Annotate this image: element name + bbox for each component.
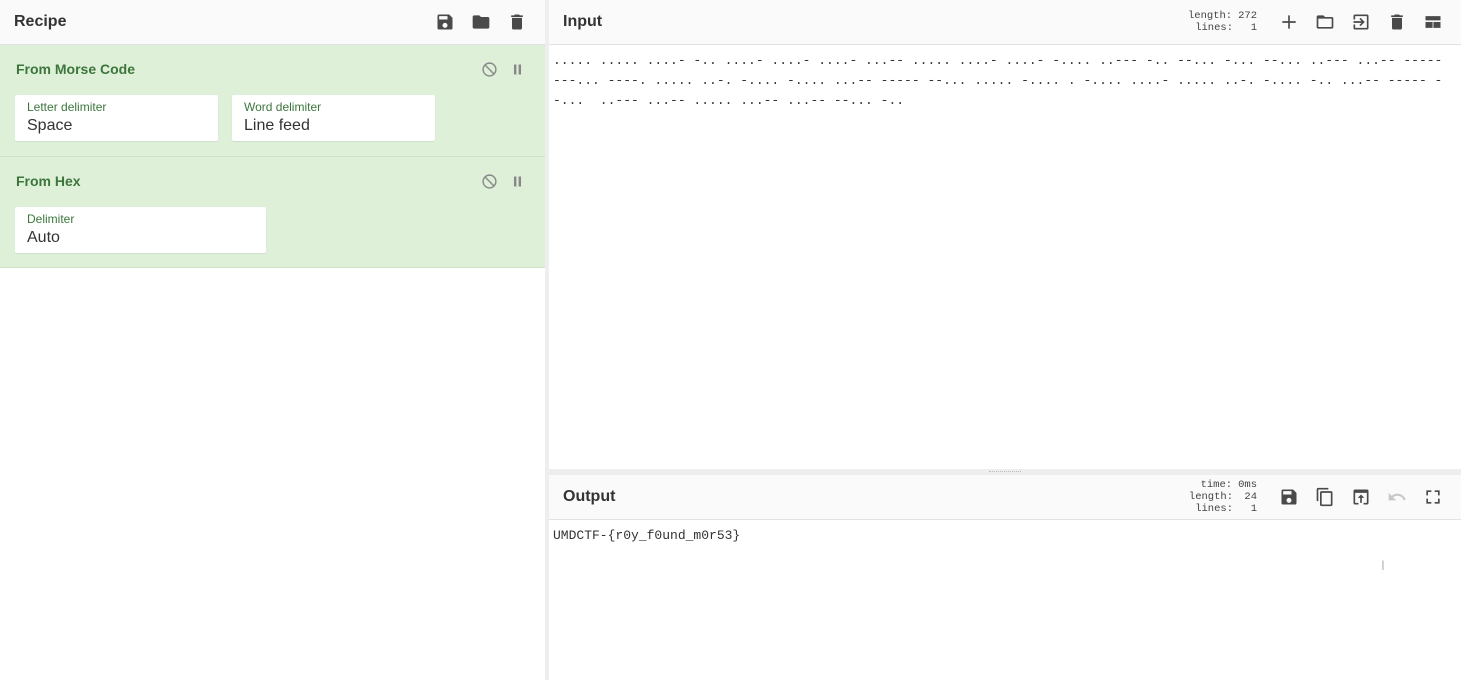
delimiter-label: Delimiter <box>27 212 75 226</box>
text-cursor-icon: I <box>1381 557 1385 573</box>
input-lines-value: 1 <box>1250 22 1257 34</box>
recipe-header: Recipe <box>0 0 545 45</box>
letter-delimiter-label: Letter delimiter <box>27 100 107 114</box>
recipe-pane: Recipe From Morse Code Letter delimiter … <box>0 0 546 680</box>
word-delimiter-label: Word delimiter <box>244 100 322 114</box>
pause-icon[interactable] <box>505 169 529 193</box>
operation-title: From Morse Code <box>16 61 136 77</box>
save-icon[interactable] <box>1275 483 1303 511</box>
input-length-label: length: <box>1187 10 1233 22</box>
copy-icon[interactable] <box>1311 483 1339 511</box>
output-length-label: length: <box>1188 491 1233 503</box>
delimiter-field[interactable]: Delimiter Auto <box>15 207 266 253</box>
trash-icon[interactable] <box>1383 8 1411 36</box>
output-pane: Output time:0ms length:24 lines:1 UMD <box>549 475 1461 680</box>
output-length-value: 24 <box>1244 491 1257 503</box>
plus-icon[interactable] <box>1275 8 1303 36</box>
fullscreen-icon[interactable] <box>1419 483 1447 511</box>
word-delimiter-field[interactable]: Word delimiter Line feed <box>232 95 435 141</box>
input-pane: Input length: 272 lines: 1 ..... ..... ...… <box>549 0 1461 469</box>
output-time-label: time: <box>1200 479 1233 491</box>
output-title: Output <box>563 488 616 505</box>
input-header: Input length: 272 lines: 1 <box>549 0 1461 45</box>
word-delimiter-value: Line feed <box>244 117 310 134</box>
input-lines-label: lines: <box>1195 22 1233 34</box>
folder-icon[interactable] <box>1311 8 1339 36</box>
undo-icon[interactable] <box>1383 483 1411 511</box>
output-stats: time: 0ms length: 24 lines: 1 <box>1189 479 1257 515</box>
disable-icon[interactable] <box>477 169 501 193</box>
output-textarea[interactable]: UMDCTF-{r0y_f0und_m0r53} <box>549 520 1461 552</box>
upload-box-icon[interactable] <box>1347 483 1375 511</box>
delimiter-value: Auto <box>27 229 60 246</box>
operation-from-morse-code: From Morse Code Letter delimiter Space W… <box>0 45 545 157</box>
disable-icon[interactable] <box>477 57 501 81</box>
save-icon[interactable] <box>431 8 459 36</box>
output-time-value: 0ms <box>1238 479 1257 491</box>
input-stats: length: 272 lines: 1 <box>1188 10 1257 34</box>
pause-icon[interactable] <box>505 57 529 81</box>
letter-delimiter-value: Space <box>27 117 73 134</box>
input-length-value: 272 <box>1238 10 1257 22</box>
trash-icon[interactable] <box>503 8 531 36</box>
output-lines-label: lines: <box>1195 503 1233 515</box>
letter-delimiter-field[interactable]: Letter delimiter Space <box>15 95 218 141</box>
arrow-into-icon[interactable] <box>1347 8 1375 36</box>
output-lines-value: 1 <box>1250 503 1257 515</box>
output-header: Output time: 0ms length: 24 lines: 1 <box>549 475 1461 520</box>
operation-title: From Hex <box>16 173 81 189</box>
input-textarea[interactable]: ..... ..... ....- -.. ....- ....- ....- … <box>549 45 1461 477</box>
recipe-title: Recipe <box>14 13 67 30</box>
folder-icon[interactable] <box>467 8 495 36</box>
layout-icon[interactable] <box>1419 8 1447 36</box>
input-title: Input <box>563 13 603 30</box>
operation-from-hex: From Hex Delimiter Auto <box>0 157 545 268</box>
